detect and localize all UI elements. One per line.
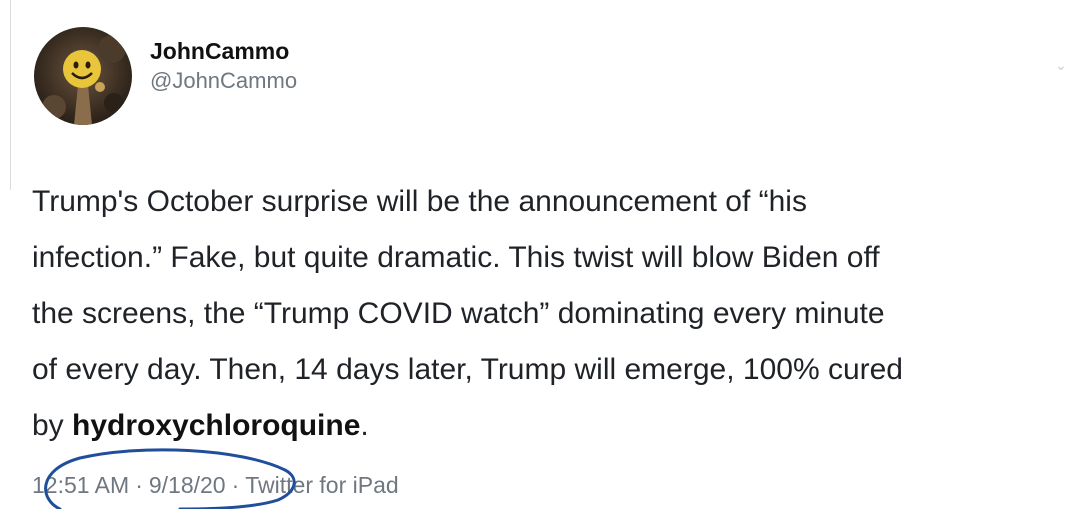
tweet-text-line: of every day. Then, 14 days later, Trump…: [32, 353, 903, 386]
tweet-text-line: infection.” Fake, but quite dramatic. Th…: [32, 241, 880, 274]
tweet-text-suffix: .: [360, 409, 369, 442]
tweet-source[interactable]: Twitter for iPad: [245, 472, 398, 499]
left-border-line: [10, 0, 11, 190]
tweet-text-line: Trump's October surprise will be the ann…: [32, 185, 807, 218]
tweet-text-line: by hydroxychloroquine.: [32, 398, 1037, 454]
tweet-bold-word: hydroxychloroquine: [72, 409, 361, 442]
tweet-text-prefix: by: [32, 409, 73, 442]
tweet-card: JohnCammo @JohnCammo Trump's October sur…: [32, 20, 1052, 498]
user-info: JohnCammo @JohnCammo: [150, 36, 297, 96]
author-handle[interactable]: @JohnCammo: [150, 66, 297, 96]
author-display-name[interactable]: JohnCammo: [150, 36, 297, 66]
avatar-smiley-figure-icon: [34, 27, 132, 125]
chevron-down-icon[interactable]: ⌄: [1055, 58, 1069, 72]
tweet-date[interactable]: 9/18/20: [149, 472, 226, 499]
avatar[interactable]: [34, 27, 132, 125]
tweet-header: JohnCammo @JohnCammo: [32, 20, 1052, 132]
tweet-time[interactable]: 12:51 AM: [32, 472, 129, 499]
tweet-metadata: 12:51 AM · 9/18/20 · Twitter for iPad: [32, 472, 399, 499]
separator-dot: ·: [135, 472, 143, 498]
tweet-text-line: the screens, the “Trump COVID watch” dom…: [32, 297, 885, 330]
separator-dot: ·: [231, 472, 240, 498]
tweet-body: Trump's October surprise will be the ann…: [32, 174, 1037, 454]
